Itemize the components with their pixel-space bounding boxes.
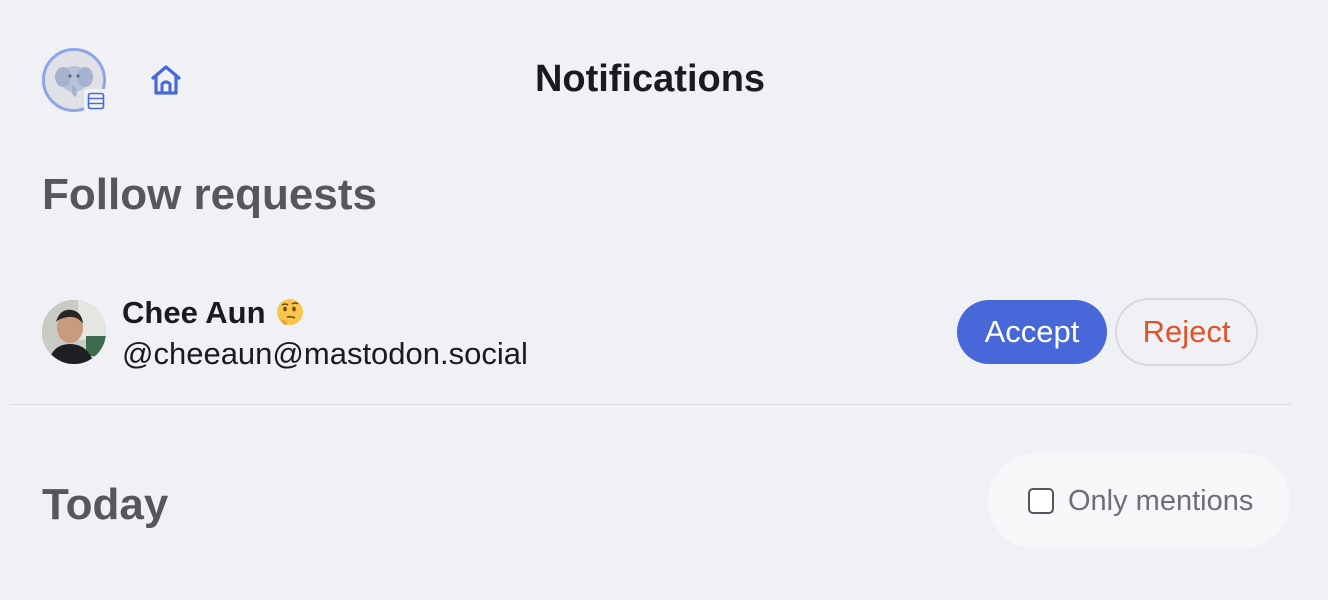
accept-button[interactable]: Accept (957, 300, 1107, 364)
request-display-name[interactable]: Chee Aun (122, 295, 306, 331)
request-name-text: Chee Aun (122, 295, 266, 330)
request-handle[interactable]: @cheeaun@mastodon.social (122, 336, 528, 372)
reject-button[interactable]: Reject (1115, 298, 1258, 366)
only-mentions-label[interactable]: Only mentions (1068, 485, 1253, 518)
today-heading: Today (42, 480, 169, 529)
request-avatar[interactable] (42, 300, 106, 364)
only-mentions-filter[interactable]: Only mentions (988, 453, 1290, 549)
section-divider (10, 404, 1291, 405)
follow-requests-heading: Follow requests (42, 170, 377, 219)
user-photo-icon (42, 300, 106, 364)
only-mentions-checkbox[interactable] (1028, 488, 1054, 514)
notifications-page: Notifications Follow requests Chee Aun @… (0, 0, 1328, 600)
page-title: Notifications (534, 58, 766, 100)
thinking-face-icon (276, 299, 303, 325)
